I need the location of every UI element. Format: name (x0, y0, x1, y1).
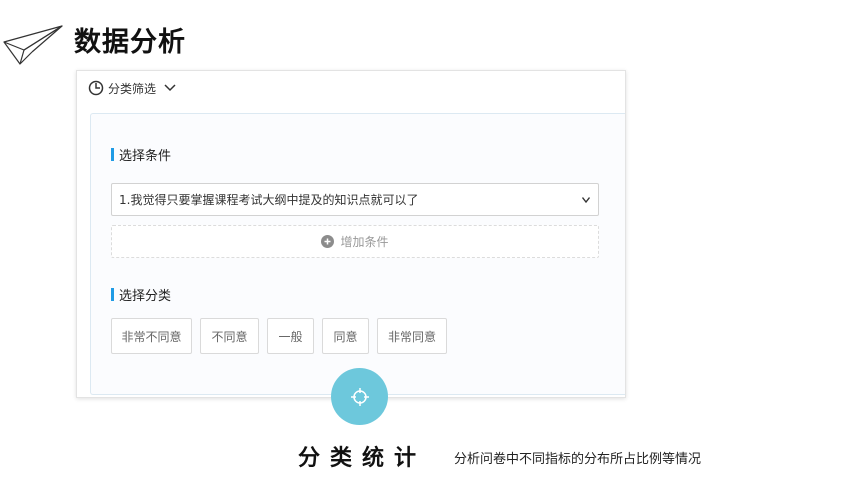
option-disagree[interactable]: 不同意 (200, 318, 259, 354)
caption-title: 分类统计 (298, 446, 427, 471)
section-accent-bar (111, 148, 114, 161)
category-options: 非常不同意 不同意 一般 同意 非常同意 (111, 318, 455, 354)
paper-plane-icon (3, 25, 63, 65)
caption-subtitle: 分析问卷中不同指标的分布所占比例等情况 (454, 452, 702, 467)
condition-select[interactable]: 1.我觉得只要掌握课程考试大纲中提及的知识点就可以了 (111, 183, 599, 216)
crosshair-icon (350, 387, 369, 406)
option-strongly-agree[interactable]: 非常同意 (377, 318, 447, 354)
add-condition-button[interactable]: 增加条件 (111, 225, 599, 258)
panel-body: 选择条件 1.我觉得只要掌握课程考试大纲中提及的知识点就可以了 增加条件 选择分… (90, 113, 625, 395)
add-condition-label: 增加条件 (340, 235, 389, 249)
plus-circle-icon (321, 235, 335, 248)
option-neutral[interactable]: 一般 (267, 318, 314, 354)
panel-header[interactable]: 分类筛选 (77, 71, 625, 105)
select-caret-icon (582, 197, 590, 203)
category-section-text: 选择分类 (119, 289, 172, 304)
option-agree[interactable]: 同意 (322, 318, 369, 354)
page-title: 数据分析 (74, 27, 186, 58)
crosshair-badge (331, 368, 388, 425)
chevron-down-icon[interactable] (164, 84, 176, 92)
section-accent-bar (111, 288, 114, 301)
filter-panel: 分类筛选 选择条件 1.我觉得只要掌握课程考试大纲中提及的知识点就可以了 增加条… (76, 70, 626, 398)
condition-section-text: 选择条件 (119, 149, 172, 164)
panel-header-label: 分类筛选 (108, 81, 157, 96)
condition-select-value: 1.我觉得只要掌握课程考试大纲中提及的知识点就可以了 (119, 193, 419, 207)
pie-chart-icon (88, 80, 104, 96)
option-strongly-disagree[interactable]: 非常不同意 (111, 318, 192, 354)
category-section-label: 选择分类 (111, 285, 171, 304)
condition-section-label: 选择条件 (111, 145, 171, 164)
